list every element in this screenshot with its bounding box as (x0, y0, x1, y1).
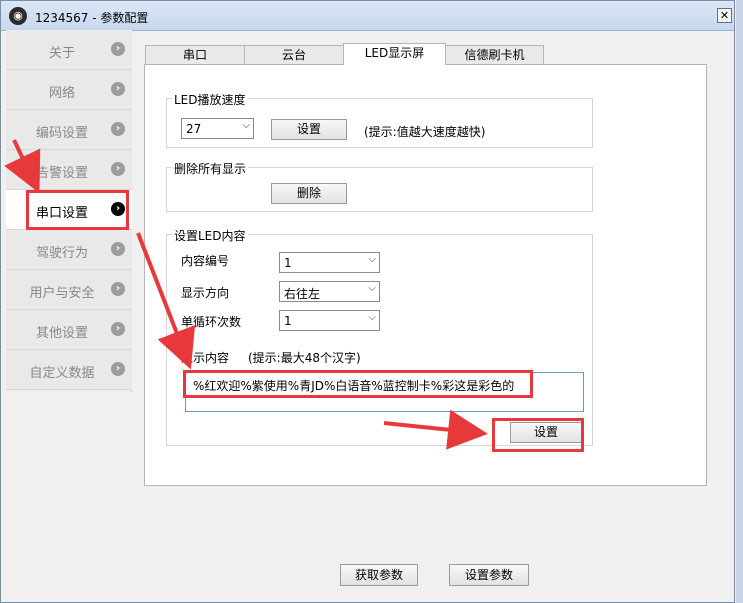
annotation-arrows (4, 139, 488, 450)
annotation-arrow-2 (136, 232, 196, 370)
tab-led-display[interactable]: LED显示屏 (343, 43, 446, 65)
annotation-arrow-3 (383, 409, 488, 450)
annotation-arrow-1 (4, 139, 41, 194)
